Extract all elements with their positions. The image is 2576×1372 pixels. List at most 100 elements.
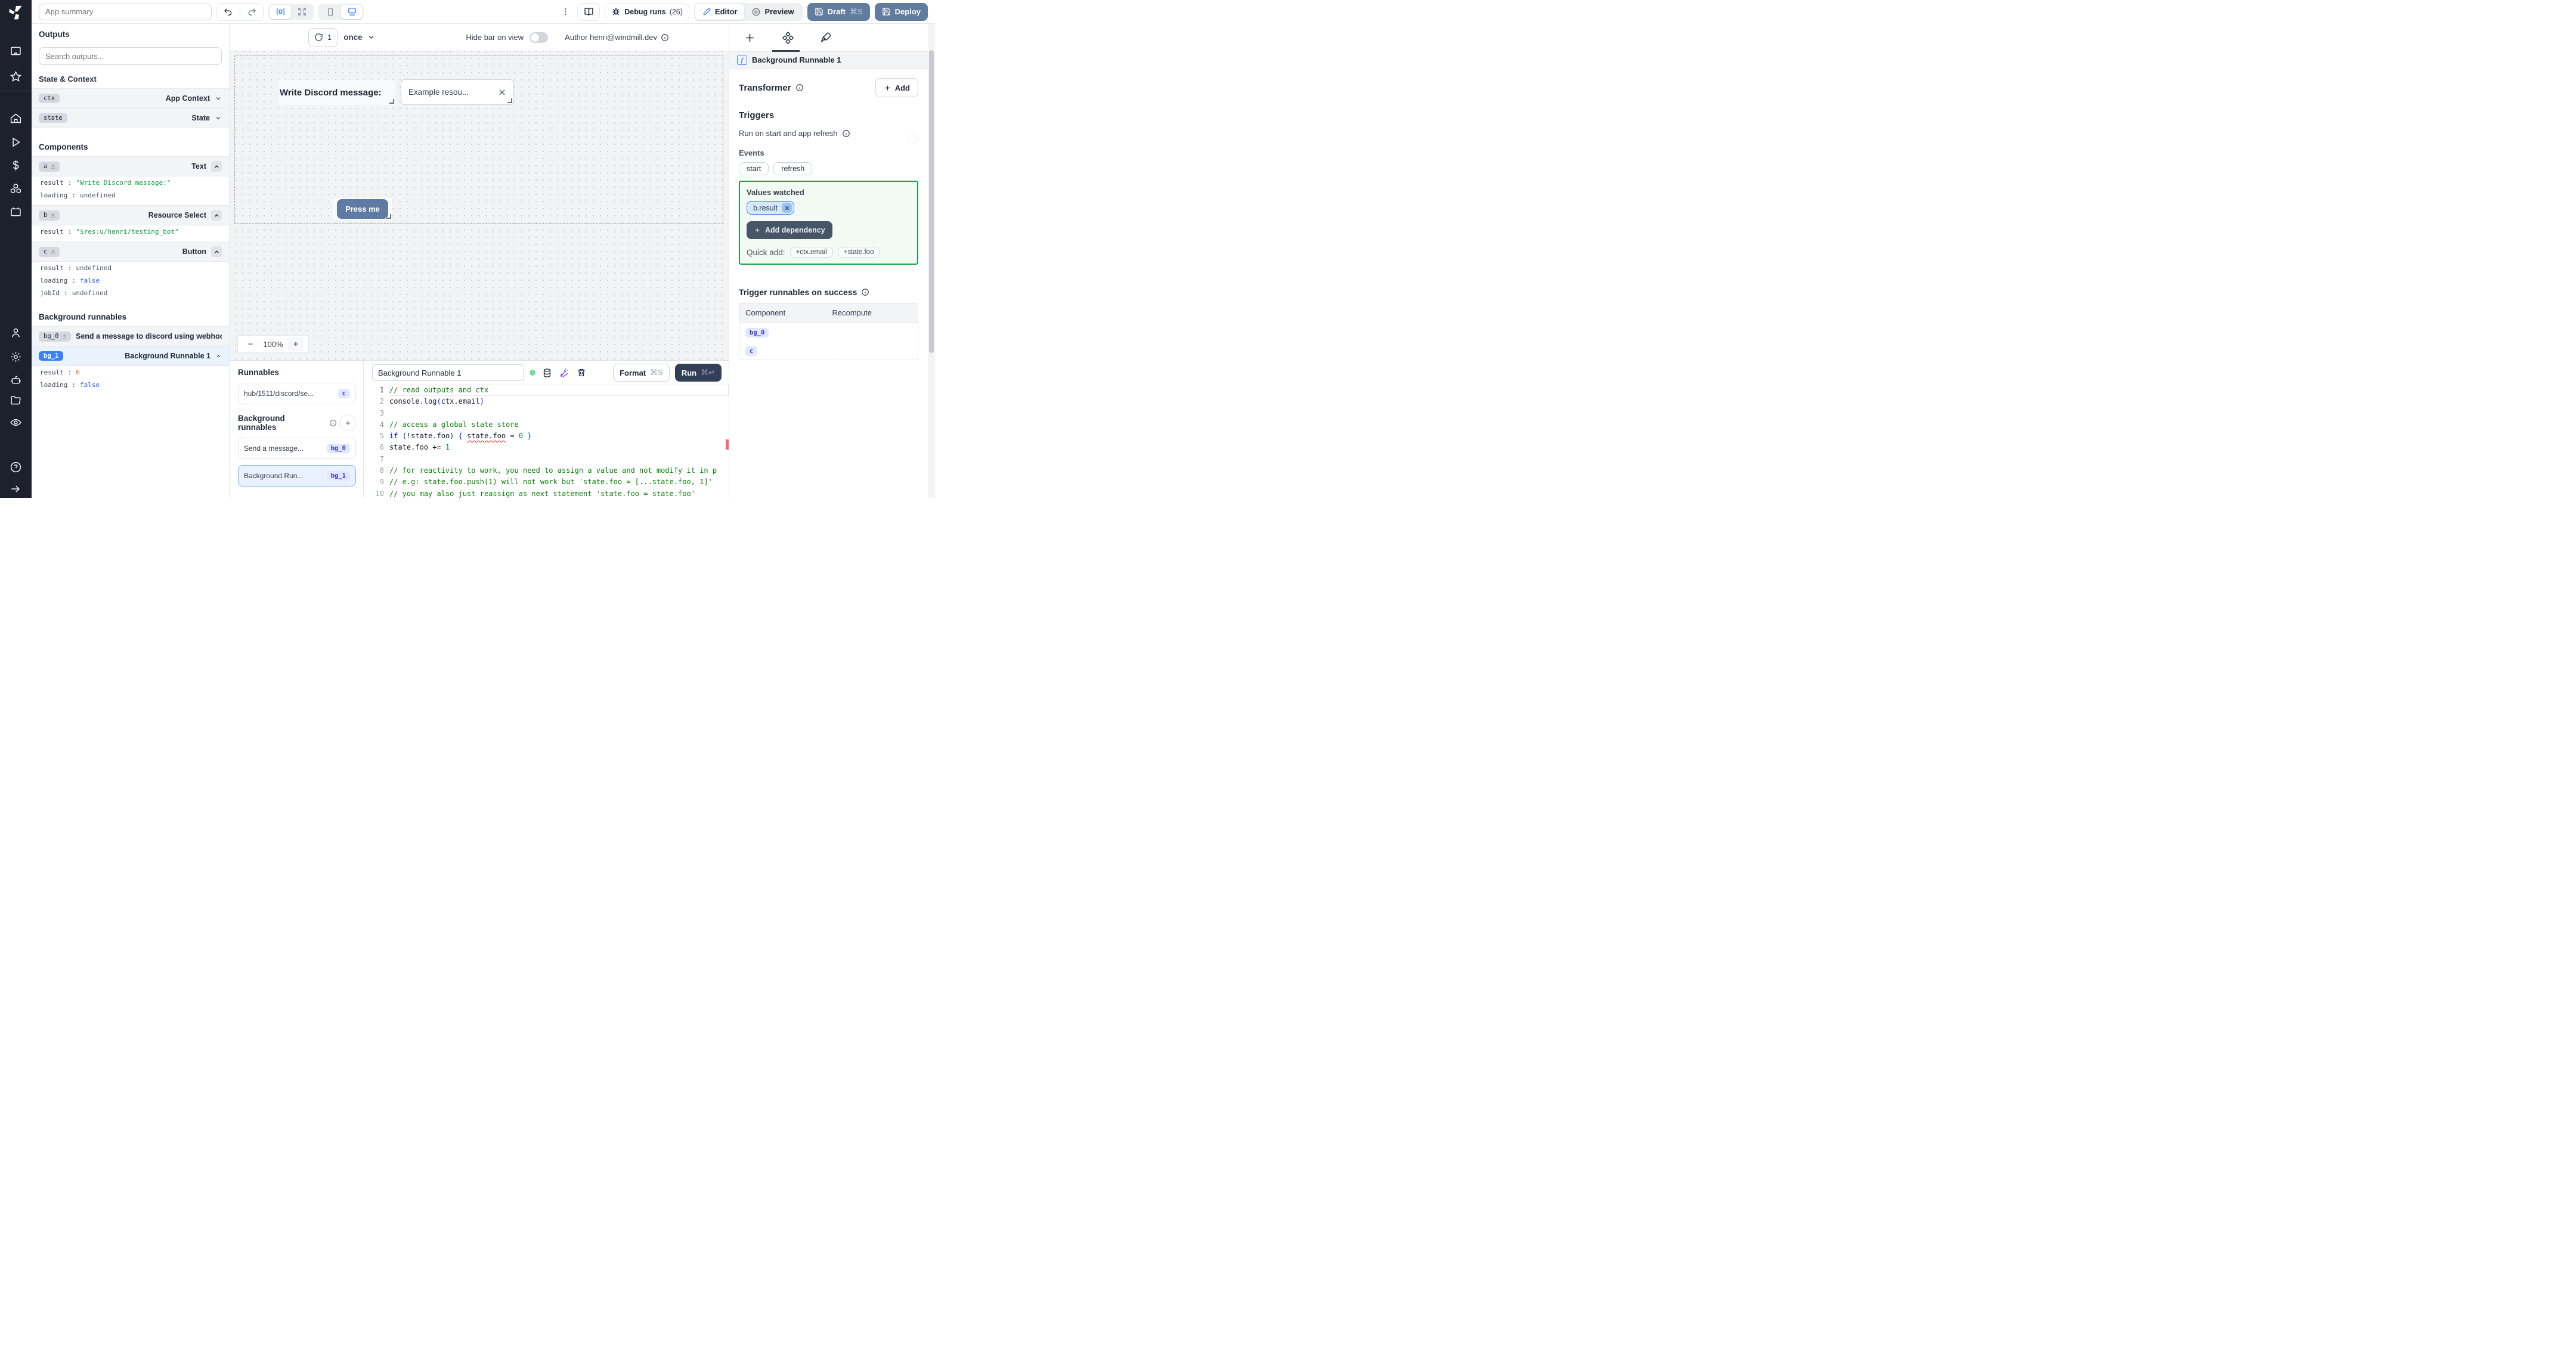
- info-icon[interactable]: [795, 83, 804, 92]
- tab-styling-brush[interactable]: [819, 24, 833, 51]
- tab-editor[interactable]: Editor: [695, 4, 745, 20]
- remove-dependency-x-icon[interactable]: [782, 203, 792, 213]
- docs-book-button[interactable]: [577, 2, 600, 21]
- zoom-out-button[interactable]: −: [243, 337, 258, 351]
- runnables-list: Runnables hub/1511/discord/se... c Backg…: [230, 361, 364, 498]
- quick-add-state-foo[interactable]: +state.foo: [837, 247, 880, 258]
- cache-database-icon[interactable]: [541, 367, 553, 379]
- press-me-button[interactable]: Press me: [337, 199, 388, 219]
- full-width-button[interactable]: [291, 5, 312, 19]
- output-row-bg0[interactable]: bg_0 ☝ Send a message to discord using we…: [32, 326, 229, 346]
- home-icon[interactable]: [10, 112, 22, 125]
- left-icon-rail: [0, 0, 32, 498]
- search-outputs-input[interactable]: [39, 47, 222, 65]
- output-kv-row[interactable]: loading: undefined: [32, 189, 229, 202]
- output-row-component-c[interactable]: c ☝ Button: [32, 241, 229, 262]
- app-canvas[interactable]: Write Discord message: Example resou... …: [230, 51, 729, 360]
- app-summary-input[interactable]: [39, 3, 212, 20]
- tab-insert-component[interactable]: [742, 24, 757, 51]
- code-lines[interactable]: // read outputs and ctx console.log(ctx.e…: [389, 385, 729, 498]
- resize-handle[interactable]: [389, 99, 394, 104]
- schedules-calendar-icon[interactable]: [10, 206, 22, 218]
- audit-eye-icon[interactable]: [10, 416, 22, 429]
- table-row: c: [739, 341, 918, 360]
- run-frequency-dropdown[interactable]: once: [343, 33, 375, 42]
- output-row-ctx[interactable]: ctx App Context: [32, 88, 229, 109]
- help-icon[interactable]: [10, 461, 22, 473]
- desktop-view-button[interactable]: [341, 4, 363, 19]
- add-background-runnable-button[interactable]: [339, 414, 356, 431]
- redo-button[interactable]: [240, 3, 263, 20]
- collapse-rail-arrow-icon[interactable]: [10, 483, 22, 495]
- mobile-view-button[interactable]: [320, 5, 341, 19]
- zoom-in-button[interactable]: +: [288, 337, 304, 351]
- ai-wand-icon[interactable]: [558, 367, 570, 379]
- workers-robot-icon[interactable]: [10, 374, 22, 386]
- output-kv-row[interactable]: loading: false: [32, 379, 229, 391]
- code-area[interactable]: 1 2 3 4 5 6 7 8 9 10 // read outputs and ctx conso…: [364, 385, 729, 498]
- folders-icon[interactable]: [10, 394, 22, 407]
- output-kv-row[interactable]: loading: false: [32, 274, 229, 287]
- resize-handle[interactable]: [507, 98, 512, 103]
- table-row: bg_0: [739, 323, 918, 342]
- refresh-count-button[interactable]: 1: [308, 27, 338, 47]
- collapse-chevron-up-icon[interactable]: [211, 246, 222, 257]
- collapse-chevron-up-icon[interactable]: [211, 210, 222, 221]
- add-dependency-button[interactable]: Add dependency: [747, 221, 832, 239]
- apps-icon[interactable]: [10, 45, 22, 57]
- users-icon[interactable]: [10, 327, 22, 339]
- resize-handle[interactable]: [386, 214, 391, 219]
- draft-button[interactable]: Draft ⌘S: [807, 2, 870, 21]
- event-chip-start[interactable]: start: [739, 162, 769, 175]
- runnable-card-hub[interactable]: hub/1511/discord/se... c: [238, 383, 356, 404]
- settings-gear-icon[interactable]: [10, 351, 22, 363]
- output-kv-row[interactable]: result: "Write Discord message:": [32, 176, 229, 189]
- clear-x-icon[interactable]: [498, 88, 506, 97]
- output-kv-row[interactable]: result: undefined: [32, 262, 229, 274]
- output-row-component-a[interactable]: a ☝ Text: [32, 156, 229, 176]
- watched-value-chip[interactable]: b.result: [747, 201, 794, 215]
- center-layout-button[interactable]: [270, 4, 291, 19]
- runnable-card-bg0[interactable]: Send a message... bg_0: [238, 438, 356, 459]
- tab-component-settings[interactable]: [781, 24, 795, 51]
- output-kv-row[interactable]: result: "$res:u/henri/testing_bot": [32, 225, 229, 238]
- info-icon[interactable]: [842, 129, 850, 138]
- delete-trash-icon[interactable]: [575, 367, 587, 379]
- runs-play-icon[interactable]: [10, 136, 22, 148]
- output-kv-row[interactable]: result:6: [32, 366, 229, 379]
- undo-button[interactable]: [217, 3, 240, 20]
- favorites-star-icon[interactable]: [10, 70, 22, 83]
- runnable-card-bg1-selected[interactable]: Background Run... bg_1: [238, 465, 356, 487]
- chevron-down-icon[interactable]: [215, 114, 222, 122]
- chevron-down-icon[interactable]: [215, 95, 222, 102]
- hide-bar-toggle[interactable]: [530, 32, 549, 43]
- debug-runs-button[interactable]: Debug runs (26): [605, 3, 689, 20]
- run-button[interactable]: Run ⌘↵: [674, 364, 722, 382]
- resources-cubes-icon[interactable]: [10, 182, 22, 195]
- editor-header: Format ⌘S Run ⌘↵: [364, 361, 729, 385]
- more-menu-button[interactable]: [558, 4, 572, 20]
- canvas-resource-select[interactable]: Example resou...: [401, 79, 514, 105]
- info-icon[interactable]: [329, 419, 337, 427]
- output-row-component-b[interactable]: b ☝ Resource Select: [32, 205, 229, 225]
- collapse-chevron-up-icon[interactable]: [215, 353, 222, 360]
- windmill-logo-icon[interactable]: [8, 4, 24, 20]
- canvas-text-component[interactable]: Write Discord message:: [278, 80, 395, 105]
- format-button[interactable]: Format ⌘S: [613, 364, 670, 382]
- event-chip-refresh[interactable]: refresh: [773, 162, 813, 175]
- quick-add-ctx-email[interactable]: +ctx.email: [789, 247, 833, 258]
- collapse-chevron-up-icon[interactable]: [211, 161, 222, 172]
- runnable-name-input[interactable]: [372, 364, 524, 381]
- trigger-success-title: Trigger runnables on success: [739, 287, 857, 297]
- scrollbar-thumb[interactable]: [929, 50, 934, 353]
- output-kv-row[interactable]: jobId: undefined: [32, 287, 229, 299]
- add-transformer-button[interactable]: Add: [875, 78, 918, 97]
- output-row-state[interactable]: state State: [32, 109, 229, 128]
- variables-dollar-icon[interactable]: [10, 159, 22, 172]
- output-row-bg1-selected[interactable]: bg_1 Background Runnable 1: [32, 346, 229, 366]
- deploy-button[interactable]: Deploy: [874, 2, 928, 21]
- info-icon[interactable]: [661, 33, 669, 42]
- page-scrollbar[interactable]: [928, 24, 935, 498]
- info-icon[interactable]: [861, 288, 869, 296]
- tab-preview[interactable]: Preview: [744, 4, 801, 20]
